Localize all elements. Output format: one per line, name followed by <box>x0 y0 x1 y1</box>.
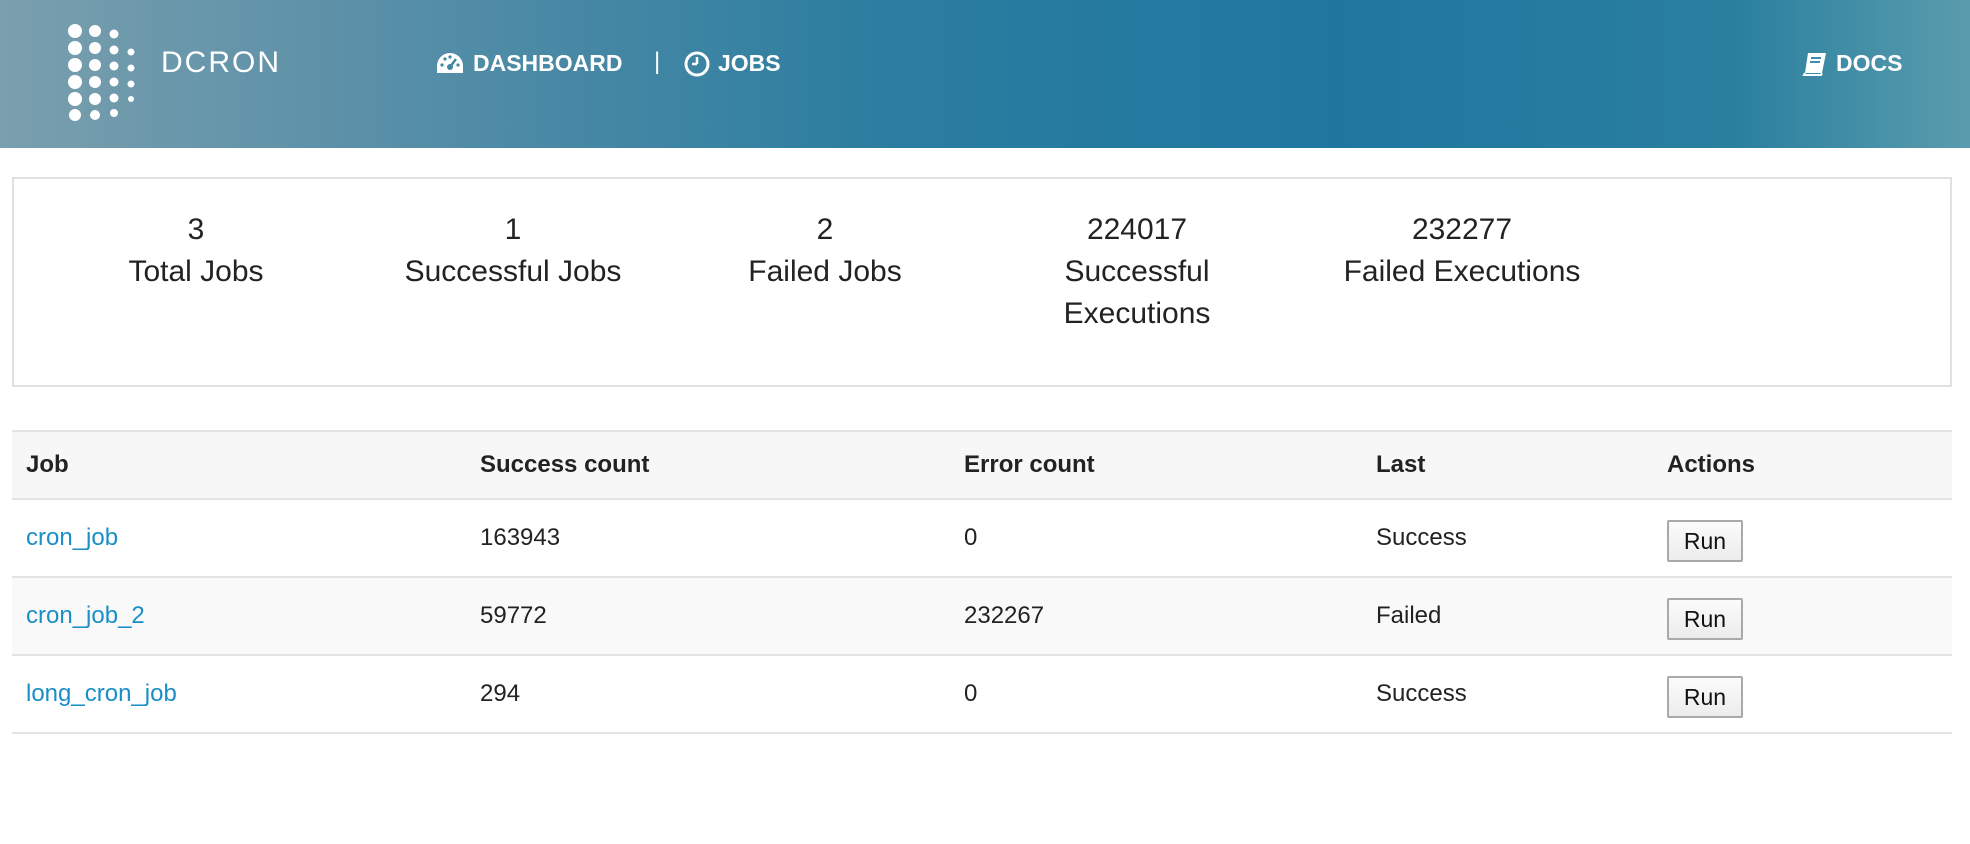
column-header-success-count[interactable]: Success count <box>466 430 950 500</box>
job-link-cron-job-2[interactable]: cron_job_2 <box>26 602 145 629</box>
stat-successful-jobs: 1 Successful Jobs <box>393 209 633 293</box>
nav-separator: | <box>654 48 661 75</box>
table-header-row: Job Success count Error count Last Actio… <box>12 430 1952 500</box>
dashboard-gauge-icon <box>437 52 463 73</box>
clock-icon <box>684 51 710 76</box>
stat-successful-executions: 224017 Successful Executions <box>1017 209 1257 335</box>
success-count-cell: 294 <box>466 655 950 734</box>
error-count-cell: 232267 <box>950 577 1362 656</box>
column-header-last[interactable]: Last <box>1362 430 1653 500</box>
jobs-table: Job Success count Error count Last Actio… <box>12 430 1952 734</box>
nav-jobs-label: JOBS <box>718 50 781 76</box>
run-button[interactable]: Run <box>1667 598 1743 640</box>
table-row: cron_job 163943 0 Success Run <box>12 499 1952 578</box>
last-status-cell: Success <box>1362 655 1653 734</box>
job-link-cron-job[interactable]: cron_job <box>26 524 118 551</box>
stat-value: 3 <box>187 213 205 246</box>
last-status-cell: Success <box>1362 499 1653 578</box>
actions-cell: Run <box>1653 499 1952 578</box>
stat-value: 232277 <box>1411 213 1513 246</box>
stat-value: 1 <box>504 213 522 246</box>
nav-dashboard-link[interactable]: DASHBOARD <box>435 50 623 77</box>
job-name-cell: cron_job <box>12 499 466 578</box>
stat-total-jobs: 3 Total Jobs <box>76 209 316 293</box>
book-icon <box>1802 52 1826 76</box>
stat-failed-jobs: 2 Failed Jobs <box>705 209 945 293</box>
success-count-cell: 163943 <box>466 499 950 578</box>
brand-name: DCRON <box>161 46 281 79</box>
column-header-job[interactable]: Job <box>12 430 466 500</box>
stat-failed-executions: 232277 Failed Executions <box>1297 209 1627 293</box>
column-header-actions: Actions <box>1653 430 1952 500</box>
stat-label: Successful Executions <box>1063 255 1211 330</box>
job-name-cell: cron_job_2 <box>12 577 466 656</box>
success-count-cell: 59772 <box>466 577 950 656</box>
dot-grid-logo-icon[interactable] <box>66 22 146 122</box>
top-navigation-bar: DCRON DASHBOARD | JOBS DOCS <box>0 0 1970 148</box>
run-button[interactable]: Run <box>1667 676 1743 718</box>
nav-jobs-link[interactable]: JOBS <box>684 50 781 77</box>
error-count-cell: 0 <box>950 499 1362 578</box>
run-button[interactable]: Run <box>1667 520 1743 562</box>
error-count-cell: 0 <box>950 655 1362 734</box>
nav-docs-link[interactable]: DOCS <box>1802 50 1902 77</box>
stat-label: Total Jobs <box>128 255 264 288</box>
last-status-cell: Failed <box>1362 577 1653 656</box>
actions-cell: Run <box>1653 655 1952 734</box>
table-row: long_cron_job 294 0 Success Run <box>12 655 1952 734</box>
stats-panel: 3 Total Jobs 1 Successful Jobs 2 Failed … <box>12 177 1952 387</box>
column-header-error-count[interactable]: Error count <box>950 430 1362 500</box>
stat-value: 224017 <box>1086 213 1188 246</box>
stat-label: Failed Executions <box>1343 255 1581 288</box>
stat-label: Successful Jobs <box>404 255 622 288</box>
nav-dashboard-label: DASHBOARD <box>473 50 623 76</box>
nav-docs-label: DOCS <box>1836 50 1903 76</box>
stat-value: 2 <box>816 213 834 246</box>
job-link-long-cron-job[interactable]: long_cron_job <box>26 680 177 707</box>
stat-label: Failed Jobs <box>748 255 902 288</box>
actions-cell: Run <box>1653 577 1952 656</box>
table-row: cron_job_2 59772 232267 Failed Run <box>12 577 1952 656</box>
job-name-cell: long_cron_job <box>12 655 466 734</box>
